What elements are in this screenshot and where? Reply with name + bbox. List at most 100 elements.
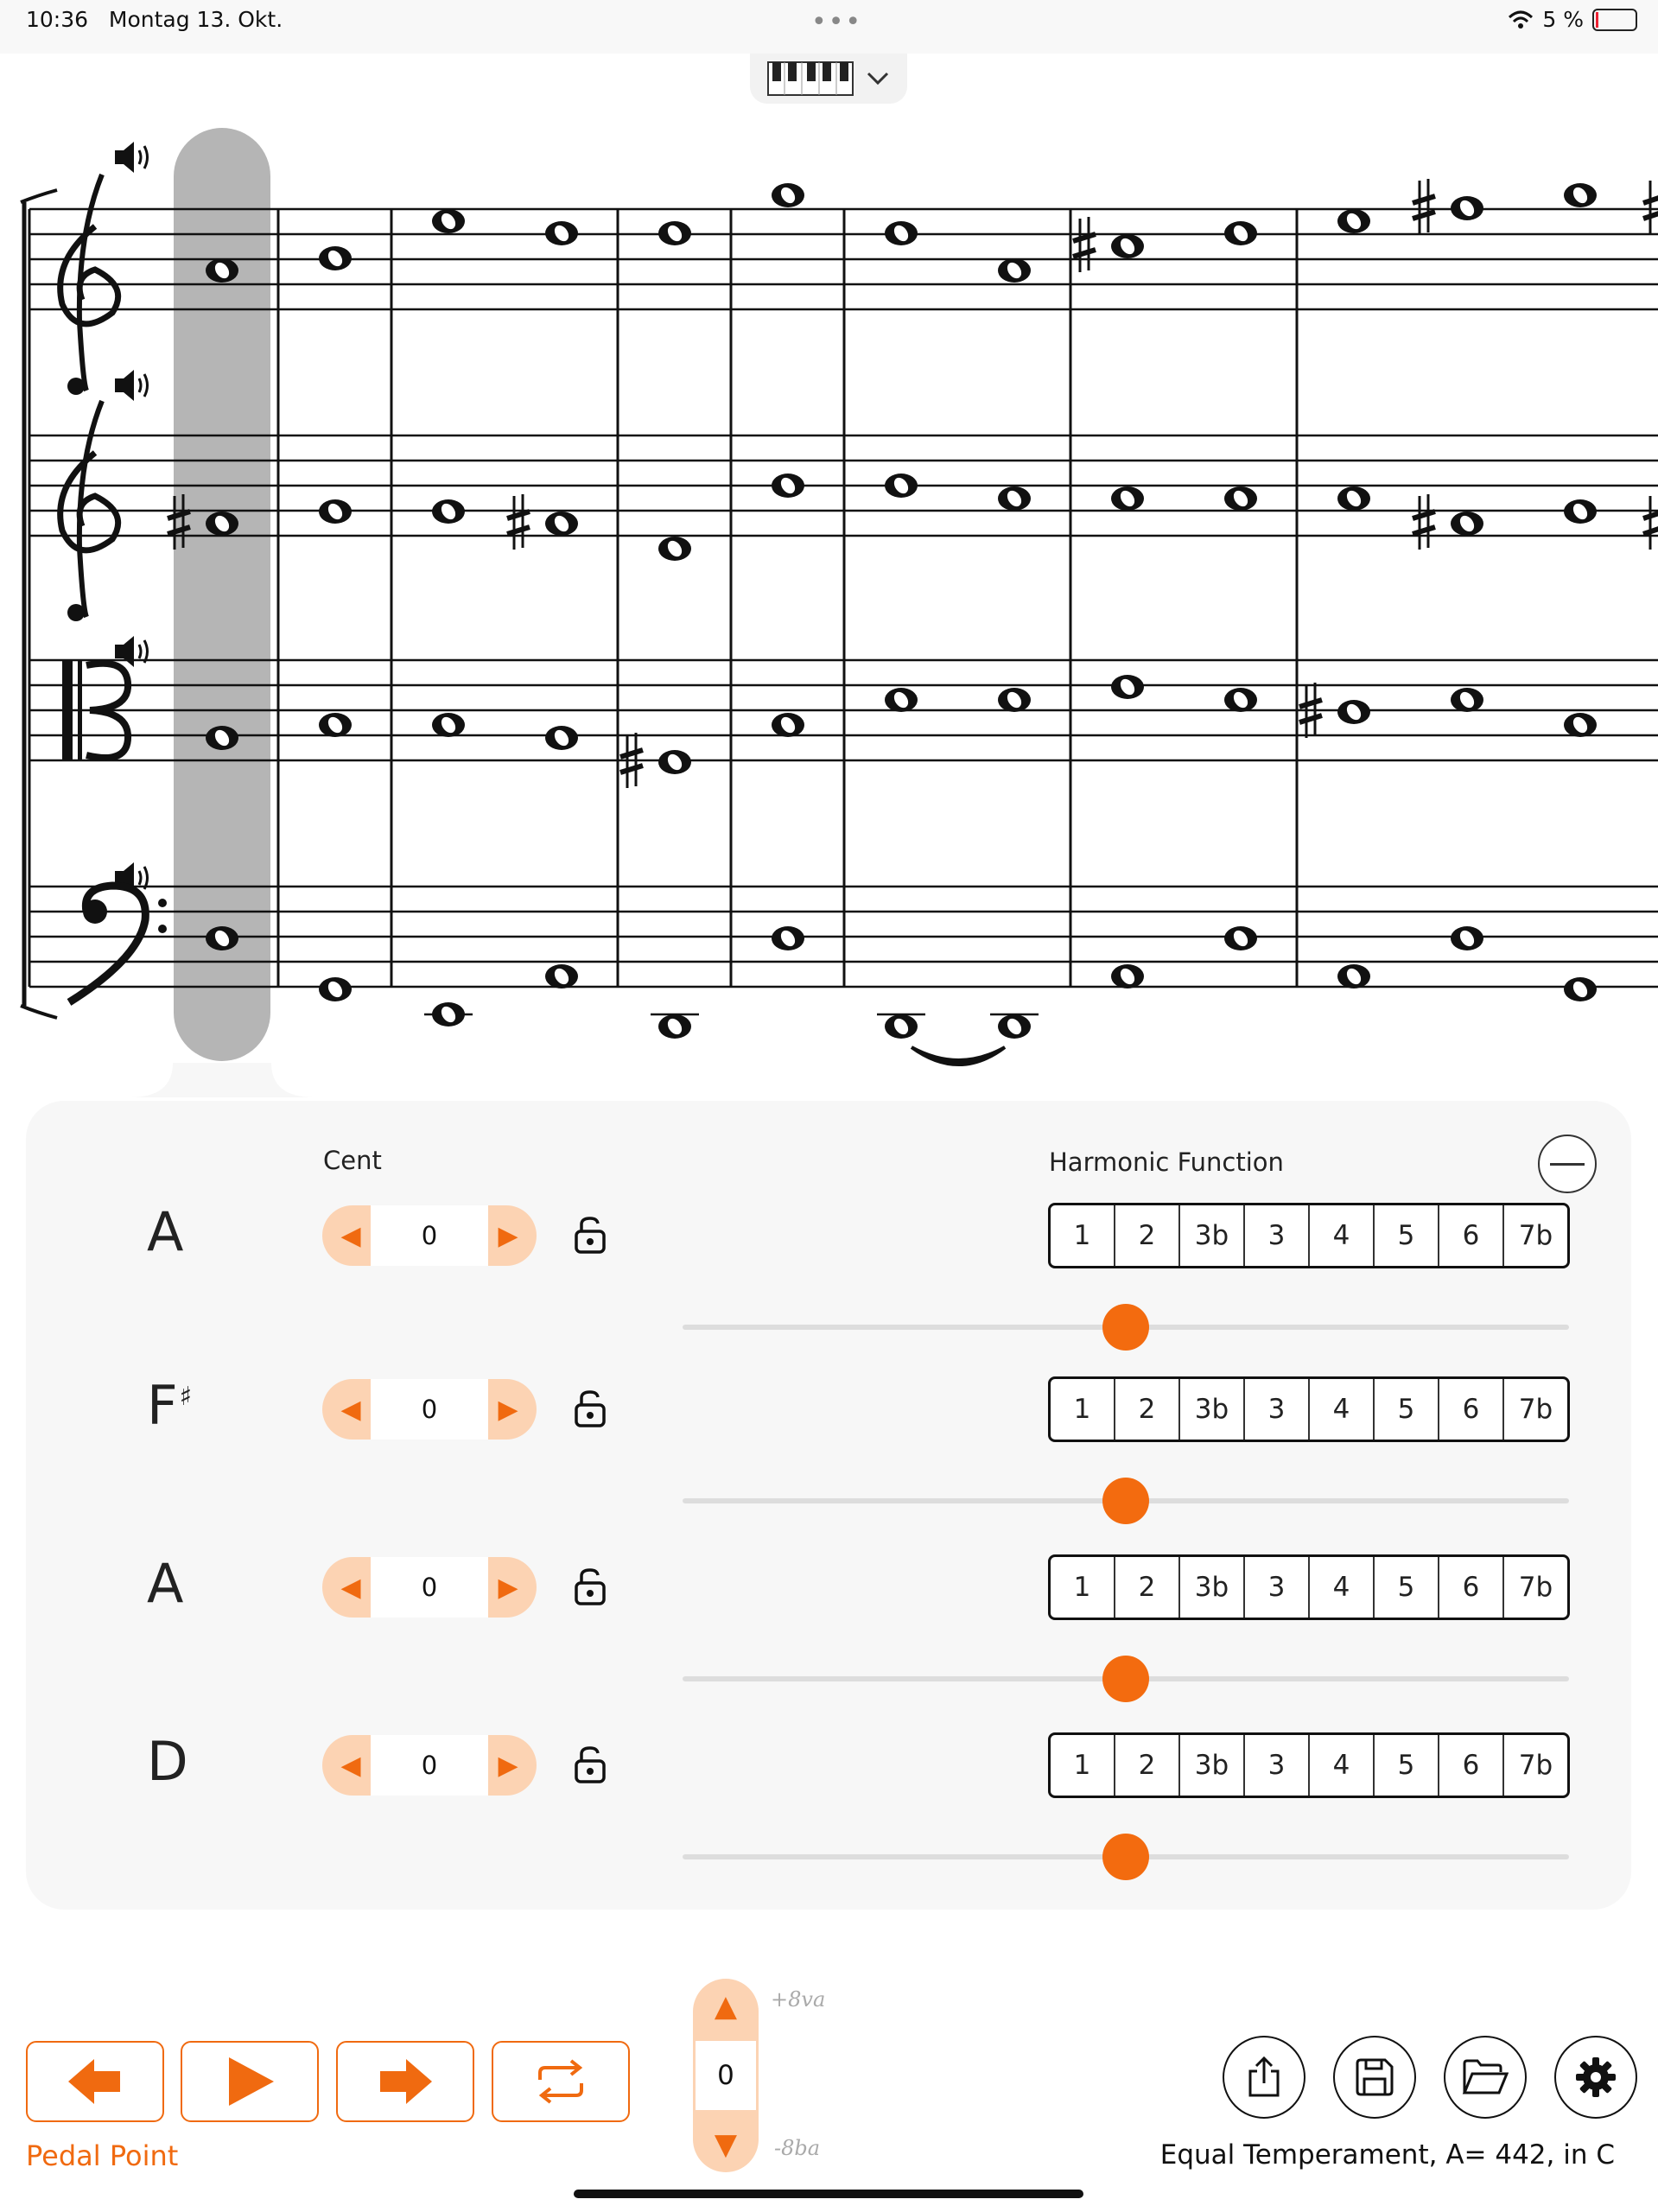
harmonic-function-selector: 1 2 3b 3 4 5 6 7b	[1048, 1732, 1570, 1798]
repeat-icon	[538, 2059, 583, 2104]
tuning-slider[interactable]	[683, 1834, 1569, 1880]
save-icon	[1356, 2058, 1394, 2096]
bass-clef	[158, 925, 167, 933]
function-option[interactable]: 3	[1243, 1379, 1308, 1440]
sharp-sign	[1642, 526, 1658, 537]
slider-knob[interactable]	[1102, 1656, 1149, 1702]
function-option[interactable]: 4	[1308, 1735, 1373, 1796]
function-option[interactable]: 3	[1243, 1557, 1308, 1618]
cent-value[interactable]: 0	[371, 1735, 488, 1796]
function-option[interactable]: 3b	[1178, 1379, 1243, 1440]
slider-knob[interactable]	[1102, 1834, 1149, 1880]
function-option[interactable]: 5	[1373, 1379, 1438, 1440]
save-button[interactable]	[1333, 2036, 1416, 2119]
note-letter: A	[147, 1552, 184, 1615]
alto-clef	[78, 660, 82, 760]
settings-button[interactable]	[1554, 2036, 1637, 2119]
previous-button[interactable]	[26, 2041, 164, 2122]
function-option[interactable]: 1	[1051, 1557, 1114, 1618]
function-option[interactable]: 1	[1051, 1735, 1114, 1796]
cent-increase-button[interactable]: ▶	[486, 1735, 530, 1796]
function-option[interactable]: 6	[1438, 1557, 1502, 1618]
bracket-hook	[20, 188, 58, 204]
unlock-icon[interactable]	[573, 1216, 607, 1254]
function-option[interactable]: 3b	[1178, 1557, 1243, 1618]
note-name: D	[147, 1730, 190, 1793]
function-option[interactable]: 6	[1438, 1205, 1502, 1266]
function-option[interactable]: 4	[1308, 1379, 1373, 1440]
cent-value[interactable]: 0	[371, 1205, 488, 1266]
tuning-slider[interactable]	[683, 1304, 1569, 1351]
cent-increase-button[interactable]: ▶	[486, 1379, 530, 1440]
speaker-wave	[143, 373, 149, 397]
loop-button[interactable]	[492, 2041, 630, 2122]
note-name: F♯	[147, 1374, 192, 1437]
function-option[interactable]: 2	[1114, 1557, 1178, 1618]
cent-decrease-button[interactable]: ◀	[329, 1379, 372, 1440]
function-option[interactable]: 7b	[1502, 1735, 1567, 1796]
sharp-sign	[619, 747, 644, 760]
function-option[interactable]: 4	[1308, 1557, 1373, 1618]
slider-knob[interactable]	[1102, 1478, 1149, 1524]
function-option[interactable]: 3b	[1178, 1205, 1243, 1266]
octave-value: 0	[696, 2041, 756, 2110]
cent-decrease-button[interactable]: ◀	[329, 1557, 372, 1618]
cent-value[interactable]: 0	[371, 1557, 488, 1618]
cent-value[interactable]: 0	[371, 1379, 488, 1440]
panel-notch	[130, 1063, 314, 1097]
function-option[interactable]: 2	[1114, 1379, 1178, 1440]
arrow-right-icon	[380, 2059, 432, 2104]
function-option[interactable]: 7b	[1502, 1205, 1567, 1266]
unlock-icon[interactable]	[573, 1567, 607, 1605]
temperament-info[interactable]: Equal Temperament, A= 442, in C	[1160, 2139, 1615, 2171]
tuning-slider[interactable]	[683, 1478, 1569, 1524]
function-option[interactable]: 7b	[1502, 1557, 1567, 1618]
collapse-button[interactable]	[1538, 1135, 1597, 1193]
cent-decrease-button[interactable]: ◀	[329, 1205, 372, 1266]
function-option[interactable]: 5	[1373, 1735, 1438, 1796]
cent-stepper: ◀ 0 ▶	[322, 1735, 537, 1796]
note-name: A	[147, 1552, 185, 1615]
octave-up-button[interactable]: ▲	[693, 1980, 759, 2032]
sharp-sign	[1642, 511, 1658, 521]
unlock-icon[interactable]	[573, 1745, 607, 1783]
function-option[interactable]: 6	[1438, 1735, 1502, 1796]
octave-down-button[interactable]: ▼	[693, 2119, 759, 2171]
cent-decrease-button[interactable]: ◀	[329, 1735, 372, 1796]
function-option[interactable]: 6	[1438, 1379, 1502, 1440]
next-button[interactable]	[336, 2041, 474, 2122]
function-option[interactable]: 2	[1114, 1735, 1178, 1796]
sharp-sign	[1412, 209, 1436, 221]
function-option[interactable]: 2	[1114, 1205, 1178, 1266]
cent-increase-button[interactable]: ▶	[486, 1557, 530, 1618]
function-option[interactable]: 4	[1308, 1205, 1373, 1266]
function-option[interactable]: 7b	[1502, 1379, 1567, 1440]
harmonic-function-selector: 1 2 3b 3 4 5 6 7b	[1048, 1554, 1570, 1620]
unlock-icon[interactable]	[573, 1389, 607, 1427]
octave-down-label: -8ba	[774, 2136, 821, 2160]
pedal-point-link[interactable]: Pedal Point	[26, 2139, 178, 2172]
function-option[interactable]: 3	[1243, 1205, 1308, 1266]
note-name: A	[147, 1200, 185, 1263]
function-option[interactable]: 5	[1373, 1557, 1438, 1618]
note-accidental: ♯	[179, 1382, 193, 1413]
function-option[interactable]: 3	[1243, 1735, 1308, 1796]
bass-clef	[158, 899, 167, 907]
slider-knob[interactable]	[1102, 1304, 1149, 1351]
harmonic-function-label: Harmonic Function	[1049, 1147, 1284, 1177]
harmonic-function-selector: 1 2 3b 3 4 5 6 7b	[1048, 1203, 1570, 1268]
play-button[interactable]	[181, 2041, 319, 2122]
tuning-slider[interactable]	[683, 1656, 1569, 1702]
octave-up-label: +8va	[771, 1987, 826, 2012]
score-view[interactable]	[0, 112, 1658, 1097]
play-icon	[229, 2057, 274, 2106]
open-button[interactable]	[1444, 2036, 1527, 2119]
function-option[interactable]: 3b	[1178, 1735, 1243, 1796]
sharp-sign	[1072, 247, 1096, 259]
cent-increase-button[interactable]: ▶	[486, 1205, 530, 1266]
function-option[interactable]: 1	[1051, 1205, 1114, 1266]
function-option[interactable]: 1	[1051, 1379, 1114, 1440]
function-option[interactable]: 5	[1373, 1205, 1438, 1266]
share-button[interactable]	[1223, 2036, 1305, 2119]
note-letter: D	[147, 1730, 188, 1793]
